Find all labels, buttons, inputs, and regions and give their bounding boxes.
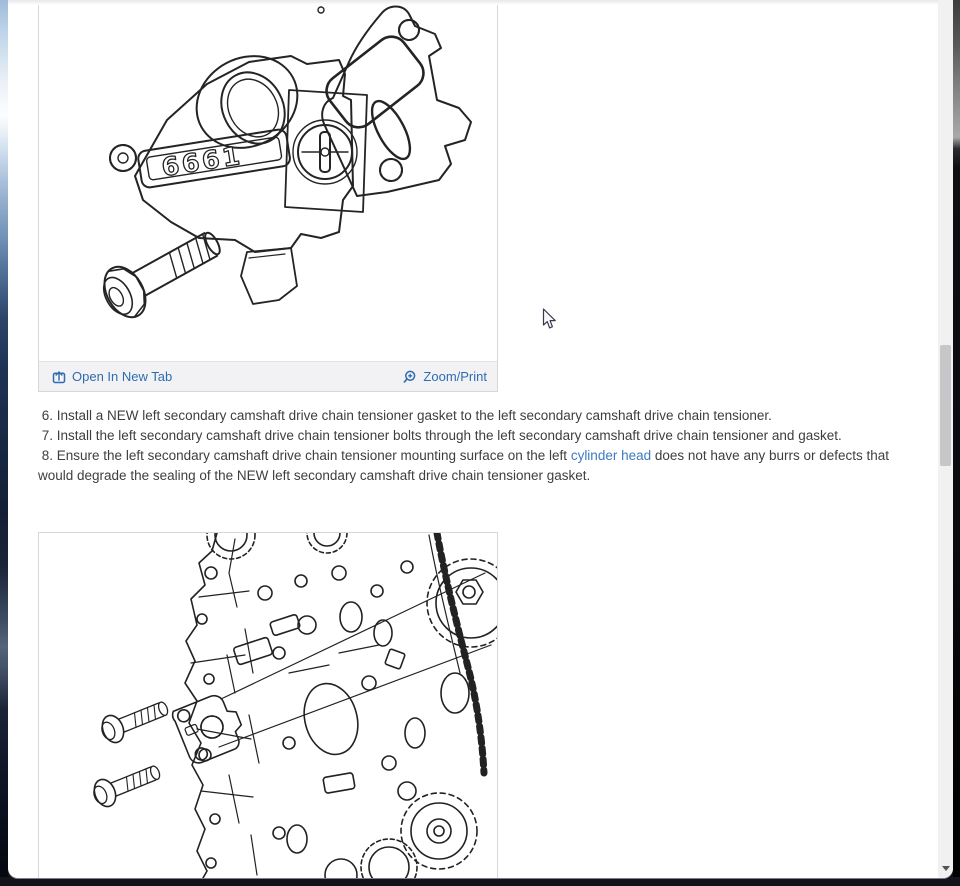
page-scrollbar-track[interactable]: [938, 0, 953, 878]
open-in-new-tab-link[interactable]: Open In New Tab: [52, 369, 172, 384]
mouse-arrow-cursor: [542, 308, 557, 335]
zoom-print-link[interactable]: Zoom/Print: [403, 369, 487, 384]
step-7-text: 7. Install the left secondary camshaft d…: [38, 428, 842, 443]
scroll-down-button[interactable]: [938, 860, 953, 876]
desktop-right-edge: [953, 0, 960, 886]
zoom-in-magnifier-icon: [403, 370, 417, 384]
zoom-print-label: Zoom/Print: [423, 369, 487, 384]
step-6-text: 6. Install a NEW left secondary camshaft…: [38, 408, 772, 423]
scroll-down-arrow-icon: [941, 865, 950, 871]
instruction-steps: 6. Install a NEW left secondary camshaft…: [38, 406, 910, 486]
open-in-new-tab-icon: [52, 370, 66, 384]
page-scrollbar-thumb[interactable]: [940, 345, 951, 466]
step-8-text-before: 8. Ensure the left secondary camshaft dr…: [38, 448, 571, 463]
cylinder-head-link[interactable]: cylinder head: [571, 448, 651, 463]
browser-page: 6661 Open In New Tab Zoom/Print 6. Insta…: [8, 0, 953, 878]
image-panel-engine: [38, 532, 498, 878]
image-panel-tensioner: 6661 Open In New Tab Zoom/Print: [38, 0, 498, 392]
open-in-new-tab-label: Open In New Tab: [72, 369, 173, 384]
desktop-left-edge: [0, 0, 8, 886]
engine-diagram-image: [39, 533, 497, 878]
image-panel-footer: Open In New Tab Zoom/Print: [39, 361, 497, 391]
tensioner-diagram-image: 6661: [39, 0, 497, 361]
page-top-shadow: [8, 0, 938, 5]
desktop-bottom-edge: [0, 877, 960, 886]
